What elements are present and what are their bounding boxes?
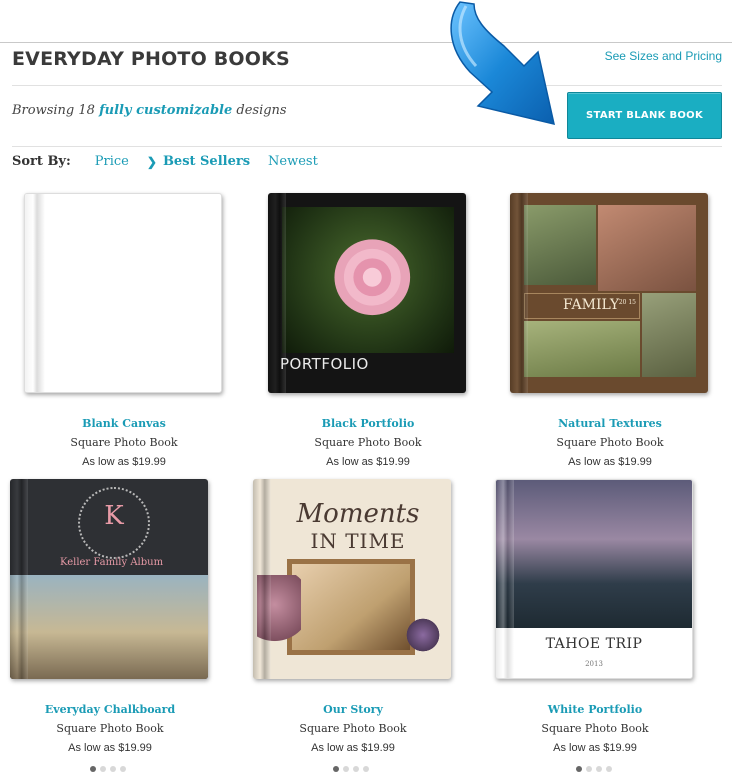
cover-title: Moments <box>296 499 420 529</box>
sort-bar: Sort By: Price ❯ Best Sellers Newest <box>12 154 336 169</box>
carousel-dot[interactable] <box>100 766 106 772</box>
design-count: 18 <box>78 103 95 118</box>
product-cover[interactable]: K Keller Family Album <box>10 479 208 679</box>
carousel-dot[interactable] <box>333 766 339 772</box>
sort-option-price[interactable]: Price <box>95 154 129 169</box>
product-name[interactable]: Our Story <box>253 703 453 716</box>
browse-summary: Browsing 18 fully customizable designs <box>12 103 287 118</box>
sort-option-newest[interactable]: Newest <box>268 154 318 169</box>
product-name[interactable]: Natural Textures <box>510 417 710 430</box>
chevron-down-icon: ❯ <box>146 154 157 169</box>
cover-label: FAMILY 20 15 <box>524 293 640 319</box>
product-name[interactable]: Black Portfolio <box>268 417 468 430</box>
cover-photo <box>10 575 208 679</box>
carousel-dots <box>576 766 612 772</box>
sort-label: Sort By: <box>12 154 71 169</box>
carousel-dot[interactable] <box>596 766 602 772</box>
carousel-dot[interactable] <box>576 766 582 772</box>
product-price: As low as $19.99 <box>311 742 395 754</box>
cover-title: FAMILY <box>563 297 620 313</box>
product-cover[interactable]: FAMILY 20 15 <box>510 193 708 393</box>
carousel-dot[interactable] <box>343 766 349 772</box>
browse-accent: fully customizable <box>99 103 233 118</box>
cover-photo <box>598 205 696 291</box>
cover-subtitle: 20 15 <box>618 299 636 306</box>
product-price: As low as $19.99 <box>568 456 652 468</box>
cover-photo <box>287 559 415 655</box>
carousel-dot[interactable] <box>90 766 96 772</box>
cover-monogram: K <box>104 501 124 531</box>
book-spine <box>10 479 28 679</box>
product-cover[interactable]: PORTFOLIO <box>268 193 466 393</box>
divider <box>12 85 722 86</box>
product-price: As low as $19.99 <box>326 456 410 468</box>
product-cover[interactable]: TAHOE TRIP 2013 <box>495 479 693 679</box>
carousel-dots <box>333 766 369 772</box>
carousel-dot[interactable] <box>363 766 369 772</box>
carousel-dot[interactable] <box>606 766 612 772</box>
product-cover[interactable] <box>24 193 222 393</box>
product-type: Square Photo Book <box>556 436 664 449</box>
product-price: As low as $19.99 <box>553 742 637 754</box>
butterfly-icon <box>403 617 443 653</box>
sort-option-best-sellers[interactable]: ❯ Best Sellers <box>147 154 250 169</box>
browse-prefix: Browsing <box>12 103 75 118</box>
product-cover[interactable]: Moments IN TIME <box>253 479 451 679</box>
cover-subtitle: Keller Family Album <box>60 557 164 568</box>
product-price: As low as $19.99 <box>68 742 152 754</box>
sizes-pricing-link[interactable]: See Sizes and Pricing <box>605 49 722 63</box>
product-name[interactable]: Everyday Chalkboard <box>10 703 210 716</box>
product-type: Square Photo Book <box>541 722 649 735</box>
carousel-dot[interactable] <box>353 766 359 772</box>
product-type: Square Photo Book <box>70 436 178 449</box>
book-spine <box>496 480 514 678</box>
cover-photo <box>524 321 640 377</box>
cover-photo <box>282 207 454 353</box>
cover-subtitle: 2013 <box>585 660 603 668</box>
carousel-dot[interactable] <box>120 766 126 772</box>
carousel-dot[interactable] <box>586 766 592 772</box>
cover-title: PORTFOLIO <box>280 355 369 373</box>
start-blank-book-button[interactable]: START BLANK BOOK <box>567 92 722 139</box>
product-type: Square Photo Book <box>314 436 422 449</box>
cover-photo <box>496 480 692 628</box>
cover-subtitle: IN TIME <box>310 529 406 553</box>
top-divider <box>0 42 732 43</box>
browse-suffix: designs <box>236 103 287 118</box>
cover-title: TAHOE TRIP <box>545 636 643 652</box>
carousel-dot[interactable] <box>110 766 116 772</box>
book-spine <box>253 479 271 679</box>
cover-photo <box>642 293 696 377</box>
product-price: As low as $19.99 <box>82 456 166 468</box>
sort-option-label: Best Sellers <box>162 154 251 169</box>
product-type: Square Photo Book <box>56 722 164 735</box>
carousel-dots <box>90 766 126 772</box>
product-type: Square Photo Book <box>299 722 407 735</box>
product-name[interactable]: Blank Canvas <box>24 417 224 430</box>
book-spine <box>510 193 528 393</box>
cover-photo <box>524 205 596 285</box>
arrow-pointer-icon <box>450 1 555 126</box>
divider <box>12 146 722 147</box>
product-name[interactable]: White Portfolio <box>495 703 695 716</box>
page-title: EVERYDAY PHOTO BOOKS <box>12 48 290 70</box>
